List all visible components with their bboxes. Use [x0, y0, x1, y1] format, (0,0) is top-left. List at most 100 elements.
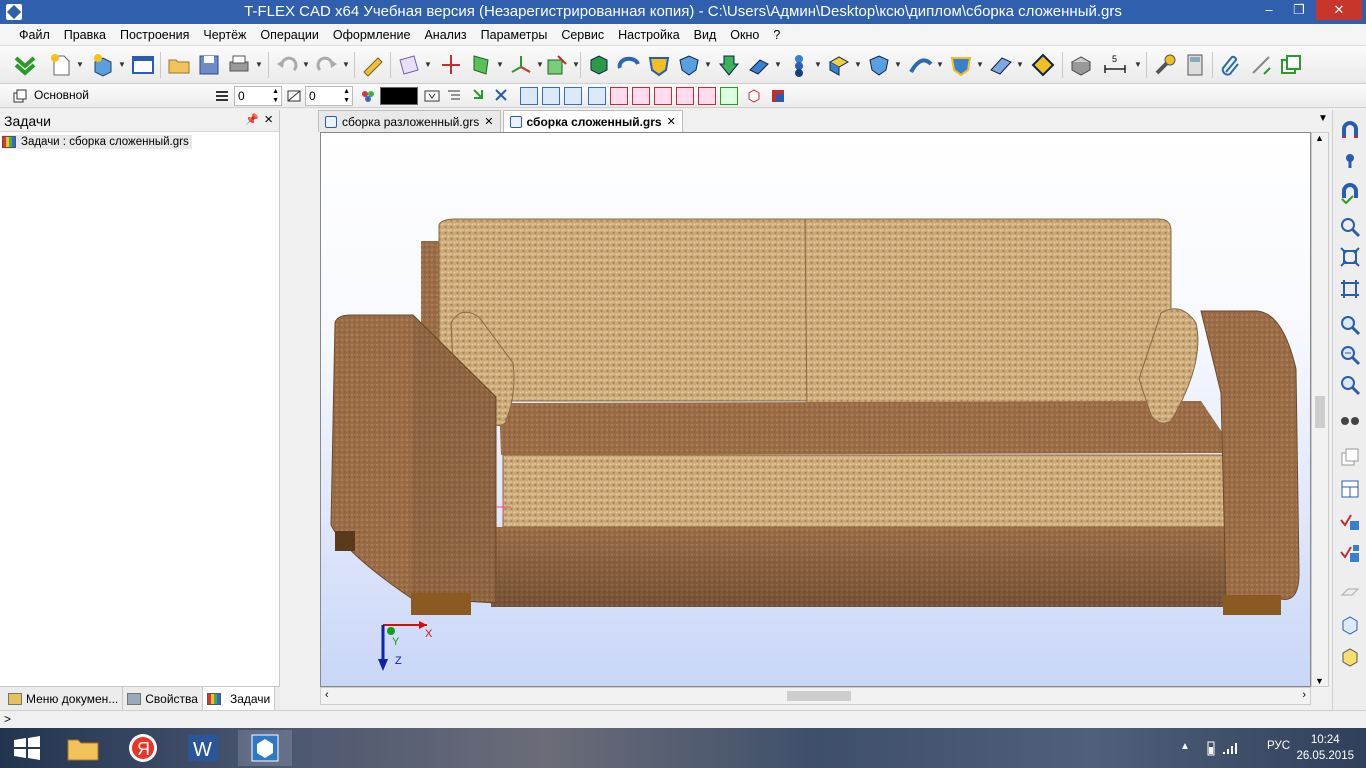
command-prompt[interactable]: > [4, 712, 11, 726]
menu-service[interactable]: Сервис [554, 24, 611, 46]
palette-icon[interactable] [360, 88, 376, 104]
pin-icon[interactable]: 📌 [245, 113, 259, 126]
copy-icon[interactable] [1278, 52, 1304, 78]
chevron-down-icon[interactable]: ▼ [424, 60, 432, 69]
layers-icon[interactable] [12, 88, 28, 104]
menu-construct[interactable]: Построения [113, 24, 196, 46]
menu-drawing[interactable]: Чертёж [196, 24, 253, 46]
vertical-scroll-thumb[interactable] [1315, 396, 1325, 428]
chevron-down-icon[interactable]: ▼ [854, 60, 862, 69]
parts-icon[interactable] [786, 52, 812, 78]
magnet-icon[interactable] [1339, 120, 1361, 142]
tab-properties[interactable]: Свойства [123, 687, 203, 710]
chevron-down-icon[interactable]: ▼ [936, 60, 944, 69]
chevron-down-icon[interactable]: ▼ [1134, 60, 1142, 69]
chevron-down-icon[interactable]: ▼ [255, 60, 263, 69]
snap-mode-3-icon[interactable] [564, 87, 582, 105]
menu-settings[interactable]: Настройка [611, 24, 687, 46]
spinner-icon[interactable]: ▲ ▼ [272, 87, 279, 105]
snap-mode-9-icon[interactable] [698, 87, 716, 105]
clock[interactable]: 10:24 26.05.2015 [1296, 732, 1354, 764]
menu-file[interactable]: Файл [12, 24, 57, 46]
battery-icon[interactable] [1204, 740, 1218, 756]
menu-parameters[interactable]: Параметры [474, 24, 555, 46]
chevron-down-icon[interactable]: ▼ [704, 60, 712, 69]
chevron-down-icon[interactable]: ▼ [536, 60, 544, 69]
close-icon[interactable]: ✕ [667, 115, 676, 128]
measure-icon[interactable] [1248, 52, 1274, 78]
print-icon[interactable] [226, 52, 252, 78]
chevron-down-icon[interactable]: ▼ [1016, 60, 1024, 69]
chamfer-icon[interactable] [866, 52, 892, 78]
panel-close-icon[interactable]: × [264, 111, 273, 128]
tools-icon[interactable] [1152, 52, 1178, 78]
chevron-down-icon[interactable]: ▼ [76, 60, 84, 69]
snap-mode-6-icon[interactable] [632, 87, 650, 105]
snap-mode-2-icon[interactable] [542, 87, 560, 105]
scroll-left-icon[interactable]: ‹ [325, 689, 329, 701]
workplane-icon[interactable] [396, 52, 422, 78]
horizontal-scroll-thumb[interactable] [787, 691, 851, 701]
table-icon[interactable] [1339, 478, 1361, 500]
file-explorer-icon[interactable] [56, 730, 110, 766]
select-3d-icon[interactable] [746, 88, 762, 104]
cube-view-icon[interactable] [1339, 614, 1361, 636]
zoom-in-icon[interactable] [1339, 314, 1361, 336]
scroll-down-icon[interactable]: ▼ [1315, 676, 1324, 686]
chevron-down-icon[interactable]: ▼ [118, 60, 126, 69]
assembly-icon[interactable] [544, 52, 570, 78]
snap-mode-7-icon[interactable] [654, 87, 672, 105]
language-indicator[interactable]: РУС [1267, 740, 1290, 752]
pattern-icon[interactable] [826, 52, 852, 78]
chevron-down-icon[interactable]: ▼ [572, 60, 580, 69]
menu-annotation[interactable]: Оформление [326, 24, 418, 46]
line-value-field-2[interactable]: 0 ▲ ▼ [305, 86, 353, 106]
magnet-check-icon[interactable] [1339, 182, 1361, 204]
open-folder-icon[interactable] [166, 52, 192, 78]
tab-document-menu[interactable]: Меню докумен... [4, 687, 124, 710]
snap-mode-4-icon[interactable] [588, 87, 606, 105]
snap-mode-1-icon[interactable] [520, 87, 538, 105]
surface-icon[interactable] [988, 52, 1014, 78]
menu-view[interactable]: Вид [687, 24, 724, 46]
new-3d-icon[interactable] [90, 52, 116, 78]
profile-icon[interactable] [468, 52, 494, 78]
spinner-icon[interactable]: ▲ ▼ [343, 87, 350, 105]
scroll-up-icon[interactable]: ▲ [1315, 133, 1324, 143]
tab-list-icon[interactable]: ▼ [1318, 113, 1328, 124]
list-settings-icon[interactable] [446, 88, 462, 104]
snap-mode-5-icon[interactable] [610, 87, 628, 105]
tab-folded-assembly-unfolded[interactable]: сборка разложенный.grs ✕ [318, 110, 501, 132]
menu-window[interactable]: Окно [723, 24, 766, 46]
fit-icon[interactable] [1339, 246, 1361, 268]
save-icon[interactable] [196, 52, 222, 78]
chevron-down-icon[interactable]: ▼ [496, 60, 504, 69]
snap-cursor-icon[interactable] [472, 88, 488, 104]
zoom-previous-icon[interactable] [1339, 374, 1361, 396]
line-value-field-1[interactable]: 0 ▲ ▼ [234, 86, 282, 106]
zoom-out-icon[interactable] [1339, 344, 1361, 366]
close-icon[interactable]: ✕ [484, 115, 493, 128]
horizontal-scrollbar[interactable]: ‹ › [320, 687, 1311, 705]
tab-folded-assembly[interactable]: сборка сложенный.grs ✕ [502, 110, 683, 132]
lcs-icon[interactable] [508, 52, 534, 78]
restore-button[interactable]: ❐ [1284, 0, 1314, 20]
chevron-down-icon[interactable]: ▼ [976, 60, 984, 69]
chevron-down-icon[interactable]: ▼ [774, 60, 782, 69]
rotation-icon[interactable] [616, 52, 642, 78]
start-button[interactable] [0, 730, 54, 766]
vertical-scrollbar[interactable]: ▲ ▼ [1311, 132, 1329, 687]
pencil-icon[interactable] [360, 52, 386, 78]
sweep-icon[interactable] [746, 52, 772, 78]
boolean-icon[interactable] [646, 52, 672, 78]
window-icon[interactable] [130, 52, 156, 78]
new-document-icon[interactable] [48, 52, 74, 78]
chevron-down-icon[interactable]: ▼ [342, 60, 350, 69]
color-swatch[interactable] [380, 87, 418, 105]
tasks-tree-item[interactable]: Задачи : сборка сложенный.grs [2, 135, 192, 149]
snap-mode-10-icon[interactable] [720, 87, 738, 105]
check-cubes-icon[interactable] [1339, 542, 1361, 564]
chevron-down-icon[interactable]: ▼ [302, 60, 310, 69]
yandex-browser-icon[interactable]: Я [116, 730, 170, 766]
menu-help[interactable]: ? [766, 24, 787, 46]
